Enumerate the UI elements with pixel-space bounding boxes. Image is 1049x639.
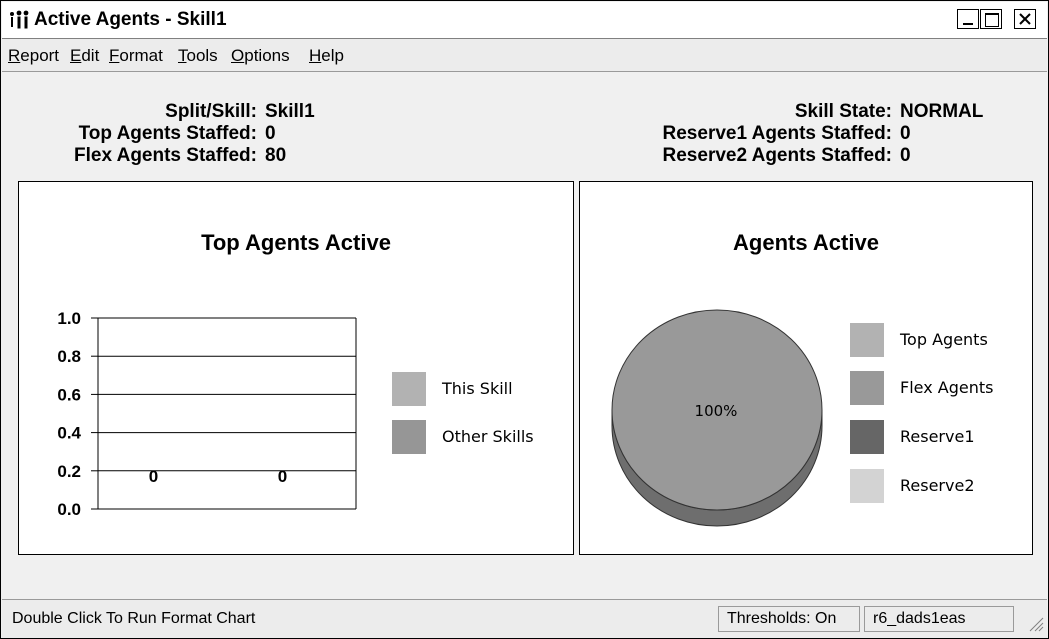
status-thresholds: Thresholds: On bbox=[718, 606, 860, 632]
reserve2-staffed-label: Reserve2 Agents Staffed: bbox=[662, 145, 892, 166]
legend-swatch-top-agents bbox=[850, 323, 884, 357]
y-tick-label: 0.8 bbox=[57, 347, 81, 366]
bar-data-label: 0 bbox=[149, 467, 158, 486]
legend-label-this-skill: This Skill bbox=[442, 379, 513, 398]
menu-report[interactable]: Report bbox=[8, 46, 59, 66]
status-bar: Double Click To Run Format Chart Thresho… bbox=[2, 599, 1047, 638]
close-button[interactable] bbox=[1014, 9, 1036, 29]
active-agents-window: Active Agents - Skill1 Report Edit Forma… bbox=[0, 0, 1049, 639]
bar-data-label: 0 bbox=[278, 467, 287, 486]
legend-swatch-other-skills bbox=[392, 420, 426, 454]
window-title: Active Agents - Skill1 bbox=[34, 9, 227, 30]
agents-app-icon bbox=[10, 10, 29, 29]
pie-chart-plot: 100% bbox=[611, 309, 823, 527]
legend-label-reserve1: Reserve1 bbox=[900, 427, 975, 446]
pie-slice-label: 100% bbox=[695, 402, 738, 420]
split-skill-label: Split/Skill: bbox=[165, 101, 257, 122]
menu-options[interactable]: Options bbox=[231, 46, 290, 66]
y-tick-label: 0.0 bbox=[57, 500, 81, 519]
split-skill-value: Skill1 bbox=[265, 101, 315, 122]
resize-grip-icon[interactable] bbox=[1026, 614, 1044, 632]
minimize-button[interactable] bbox=[957, 9, 979, 29]
menu-tools[interactable]: Tools bbox=[178, 46, 218, 66]
maximize-icon bbox=[985, 13, 999, 27]
legend-swatch-reserve1 bbox=[850, 420, 884, 454]
agents-active-chart[interactable]: Agents Active 100% Top Agents Flex Agent… bbox=[579, 181, 1033, 555]
menu-edit[interactable]: Edit bbox=[70, 46, 99, 66]
status-message: Double Click To Run Format Chart bbox=[12, 610, 256, 627]
maximize-button[interactable] bbox=[980, 9, 1002, 29]
y-tick-label: 0.2 bbox=[57, 462, 81, 481]
y-tick-label: 1.0 bbox=[57, 309, 81, 328]
menu-bar: Report Edit Format Tools Options Help bbox=[2, 39, 1047, 72]
legend-label-flex-agents: Flex Agents bbox=[900, 378, 994, 397]
bar-chart-plot: 0.0 0.2 0.4 0.6 0.8 1.0 0 0 bbox=[57, 309, 357, 519]
menu-format[interactable]: Format bbox=[109, 46, 163, 66]
legend-label-top-agents: Top Agents bbox=[900, 330, 988, 349]
legend-label-reserve2: Reserve2 bbox=[900, 476, 975, 495]
skill-state-label: Skill State: bbox=[794, 101, 892, 122]
title-bar[interactable]: Active Agents - Skill1 bbox=[2, 2, 1047, 39]
reserve2-staffed-value: 0 bbox=[900, 145, 911, 166]
minimize-icon bbox=[963, 23, 973, 25]
y-tick-label: 0.6 bbox=[57, 385, 81, 404]
flex-agents-staffed-label: Flex Agents Staffed: bbox=[74, 145, 257, 166]
reserve1-staffed-label: Reserve1 Agents Staffed: bbox=[662, 123, 892, 144]
top-agents-active-chart[interactable]: Top Agents Active 0.0 0.2 0.4 0.6 0.8 1.0 0 0 T… bbox=[18, 181, 574, 555]
status-server: r6_dads1eas bbox=[864, 606, 1014, 632]
close-icon bbox=[1019, 13, 1031, 25]
legend-swatch-reserve2 bbox=[850, 469, 884, 503]
legend-swatch-flex-agents bbox=[850, 371, 884, 405]
menu-help[interactable]: Help bbox=[309, 46, 344, 66]
legend-swatch-this-skill bbox=[392, 372, 426, 406]
top-agents-staffed-value: 0 bbox=[265, 123, 276, 144]
top-agents-staffed-label: Top Agents Staffed: bbox=[78, 123, 257, 144]
legend-label-other-skills: Other Skills bbox=[442, 427, 534, 446]
reserve1-staffed-value: 0 bbox=[900, 123, 911, 144]
skill-state-value: NORMAL bbox=[900, 101, 984, 122]
y-tick-label: 0.4 bbox=[57, 424, 81, 443]
flex-agents-staffed-value: 80 bbox=[265, 145, 287, 166]
